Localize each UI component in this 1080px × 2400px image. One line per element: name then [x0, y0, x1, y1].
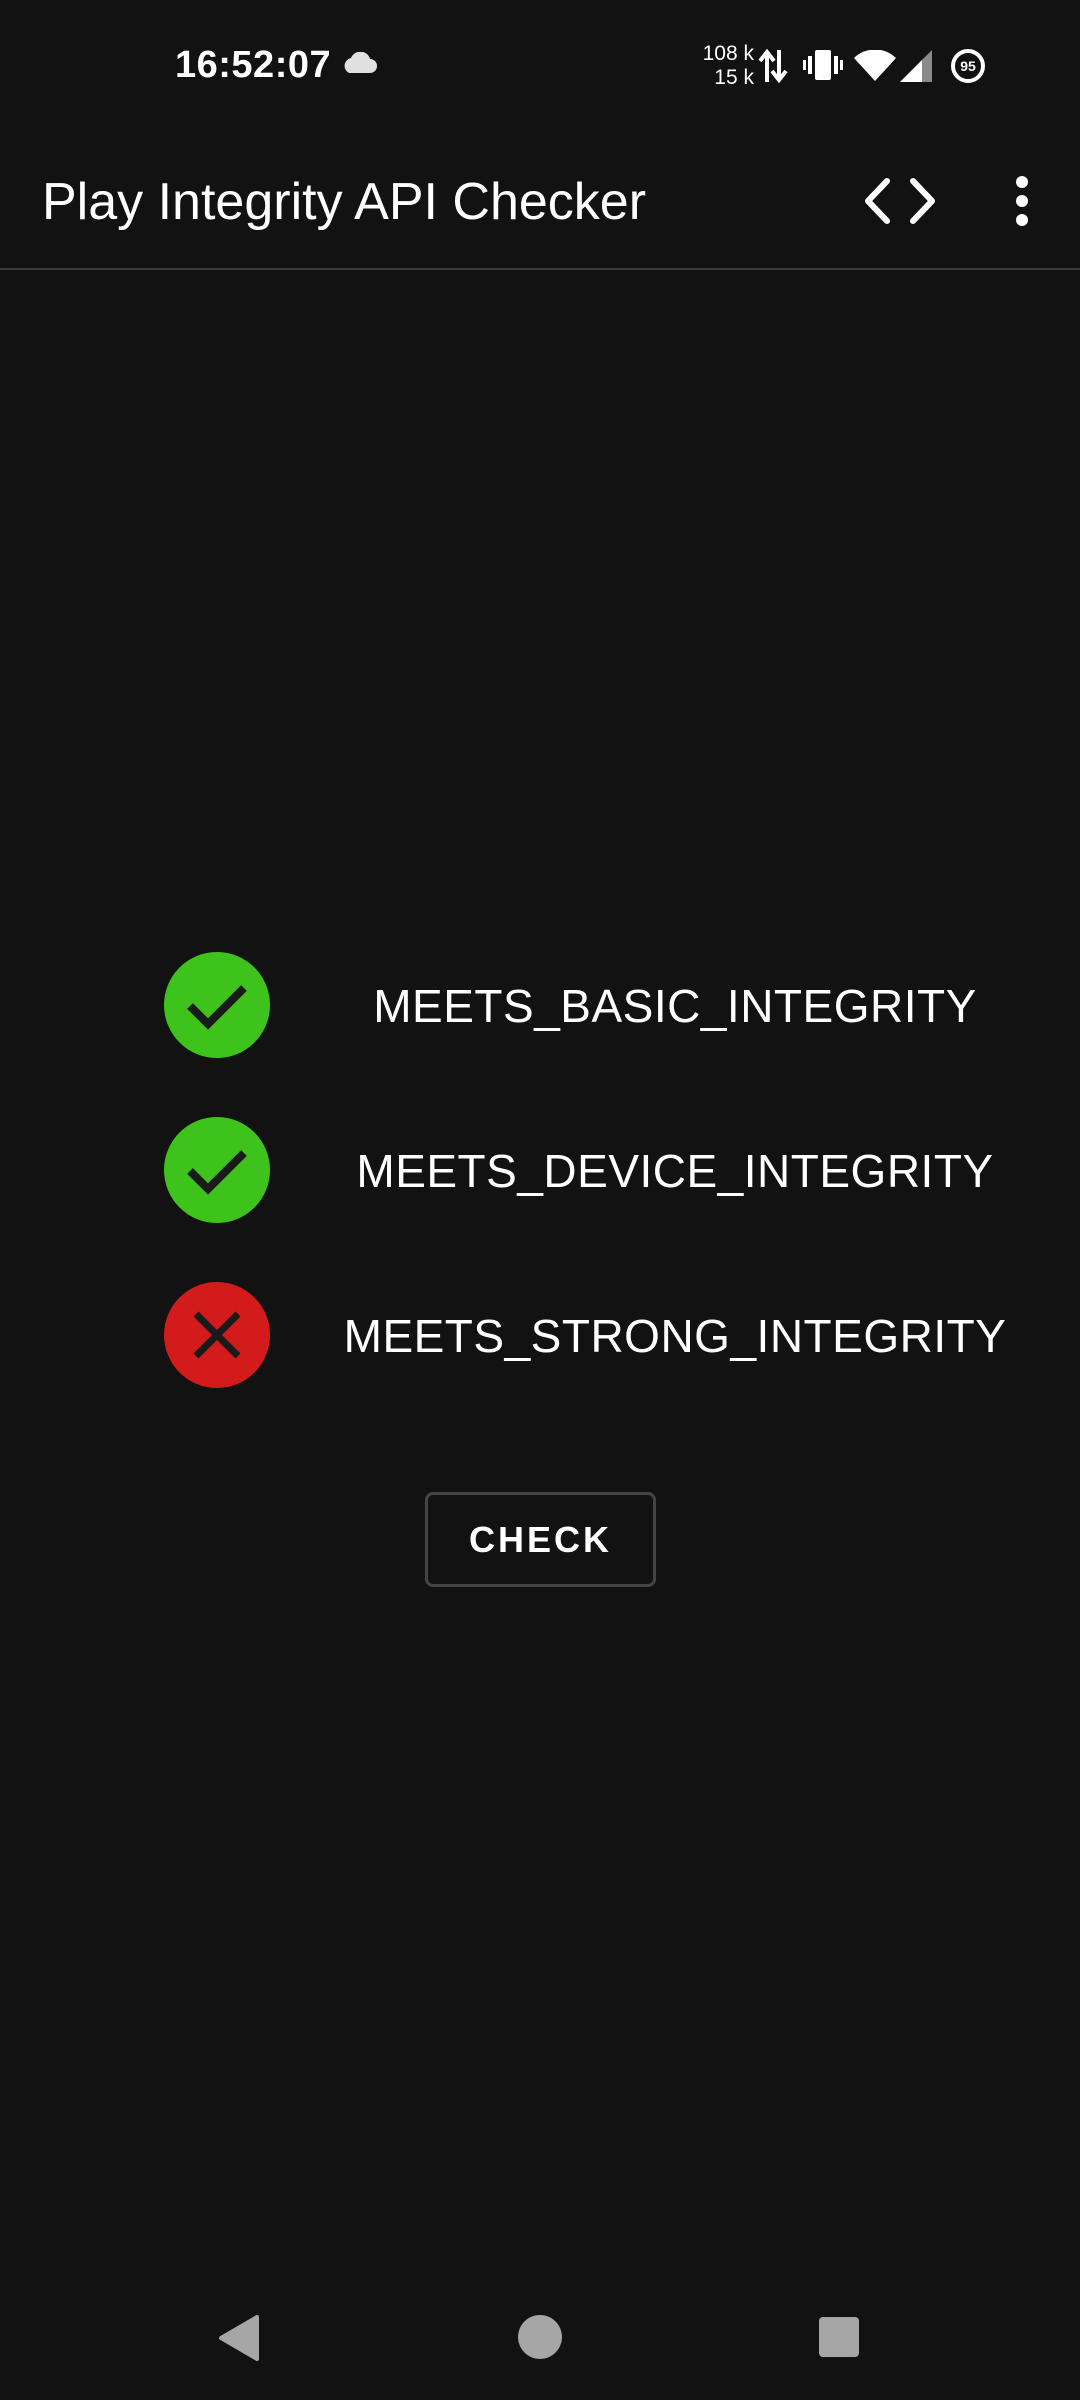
status-badge-fail	[164, 1282, 270, 1388]
result-row-basic: MEETS_BASIC_INTEGRITY	[0, 945, 1080, 1110]
net-speed-up: 108 k	[702, 42, 754, 65]
recents-icon	[819, 2317, 859, 2357]
vibrate-icon	[803, 48, 843, 87]
result-row-device: MEETS_DEVICE_INTEGRITY	[0, 1110, 1080, 1275]
integrity-results: MEETS_BASIC_INTEGRITY MEETS_DEVICE_INTEG…	[0, 945, 1080, 1440]
battery-icon: 95	[950, 48, 986, 89]
result-row-strong: MEETS_STRONG_INTEGRITY	[0, 1275, 1080, 1440]
app-bar: Play Integrity API Checker	[0, 135, 1080, 270]
app-title: Play Integrity API Checker	[42, 173, 647, 231]
status-badge-pass	[164, 1117, 270, 1223]
back-button[interactable]	[215, 2313, 265, 2368]
navigation-bar	[0, 2265, 1080, 2400]
network-speed: 108 k 15 k	[696, 42, 754, 90]
status-time: 16:52:07	[175, 44, 332, 86]
check-icon	[187, 1150, 247, 1195]
back-icon	[219, 2315, 259, 2361]
result-label: MEETS_DEVICE_INTEGRITY	[356, 1145, 994, 1197]
result-label: MEETS_STRONG_INTEGRITY	[343, 1310, 1007, 1362]
status-bar: 16:52:07 108 k 15 k 95	[0, 0, 1080, 135]
cross-icon	[193, 1311, 241, 1359]
check-button[interactable]: CHECK	[425, 1492, 656, 1587]
more-vert-icon	[1016, 176, 1028, 226]
home-button[interactable]	[517, 2314, 563, 2365]
code-button[interactable]	[855, 165, 945, 235]
status-badge-pass	[164, 952, 270, 1058]
result-label: MEETS_BASIC_INTEGRITY	[373, 980, 977, 1032]
net-speed-down: 15 k	[714, 66, 754, 89]
recents-button[interactable]	[818, 2316, 860, 2363]
cellular-signal-icon	[900, 50, 932, 87]
cloud-icon	[340, 51, 378, 79]
code-icon	[865, 178, 935, 224]
battery-level: 95	[960, 58, 976, 74]
wifi-icon	[854, 49, 896, 87]
data-transfer-icon	[758, 46, 788, 91]
check-icon	[187, 985, 247, 1030]
home-icon	[518, 2315, 562, 2359]
more-options-button[interactable]	[1000, 165, 1050, 235]
